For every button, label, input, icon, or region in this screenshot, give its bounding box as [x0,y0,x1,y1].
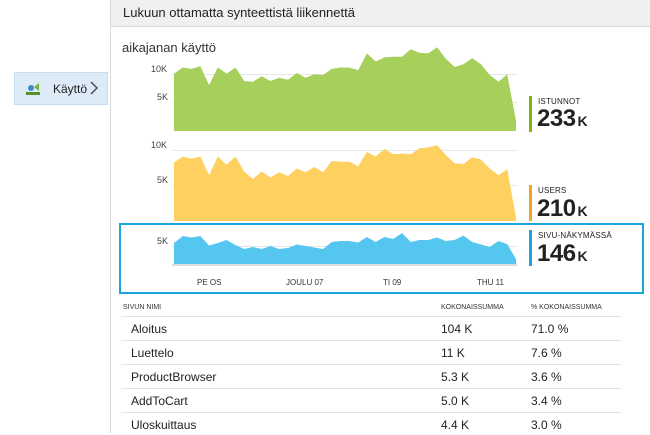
area-series-0 [174,47,516,131]
percent-cell: 3.4 % [531,394,562,408]
sessions-unit: K [577,113,588,129]
table-row[interactable]: ProductBrowser 5.3 K 3.6 % [121,364,621,387]
page-name-cell: Uloskuittaus [131,418,197,432]
page-name-cell: ProductBrowser [131,370,217,384]
table-row[interactable]: Uloskuittaus 4.4 K 3.0 % [121,412,621,435]
percent-cell: 7.6 % [531,346,562,360]
users-label: USERS [538,186,567,195]
column-header-page-name[interactable]: SIVUN NIMI [123,304,161,311]
total-cell: 104 K [441,322,473,336]
users-unit: K [577,203,588,219]
users-accent-bar [529,185,532,221]
x-tick-label: TI 09 [383,278,402,287]
x-tick-label: JOULU 07 [286,278,324,287]
column-header-percent[interactable]: % KOKONAISSUMMA [531,304,602,311]
percent-cell: 3.6 % [531,370,562,384]
total-cell: 11 K [441,346,465,360]
table-row[interactable]: Luettelo 11 K 7.6 % [121,340,621,363]
total-cell: 5.0 K [441,394,470,408]
area-series-1 [174,145,516,221]
column-header-total[interactable]: KOKONAISSUMMA [441,304,504,311]
page-name-cell: Aloitus [131,322,168,336]
sessions-value: 233 K [537,105,588,133]
total-cell: 5.3 K [441,370,470,384]
table-row[interactable]: AddToCart 5.0 K 3.4 % [121,388,621,411]
x-tick-label: PE OS [197,278,222,287]
sessions-accent-bar [529,96,532,132]
page-name-cell: Luettelo [131,346,174,360]
sessions-number: 233 [537,105,576,132]
total-cell: 4.4 K [441,418,470,432]
x-tick-label: THU 11 [477,278,504,287]
percent-cell: 3.0 % [531,418,562,432]
percent-cell: 71.0 % [531,322,569,336]
users-number: 210 [537,195,576,222]
table-row[interactable]: Aloitus 104 K 71.0 % [121,316,621,339]
users-value: 210 K [537,195,588,223]
page-name-cell: AddToCart [131,394,188,408]
